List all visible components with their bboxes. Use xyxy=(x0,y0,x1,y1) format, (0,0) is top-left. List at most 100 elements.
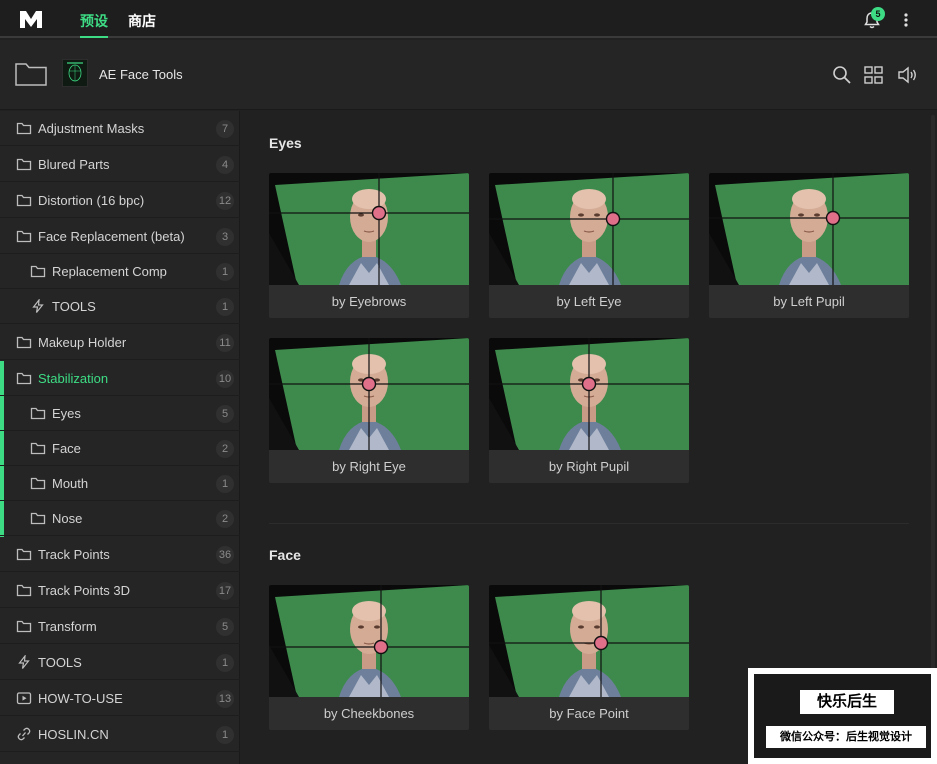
sidebar-item-mouth[interactable]: Mouth 1 xyxy=(0,466,240,501)
sidebar-item-track-points[interactable]: Track Points 36 xyxy=(0,537,240,572)
sidebar-item-tools[interactable]: TOOLS 1 xyxy=(0,645,240,680)
sidebar-item-hoslin-cn[interactable]: HOSLIN.CN 1 xyxy=(0,717,240,752)
sidebar-item-blured-parts[interactable]: Blured Parts 4 xyxy=(0,147,240,182)
preset-card-by-right-eye[interactable]: by Right Eye xyxy=(269,338,469,483)
preset-card-label: by Left Pupil xyxy=(773,294,845,309)
preset-thumbnail xyxy=(269,173,469,285)
folder-icon xyxy=(16,336,32,349)
sidebar-item-eyes[interactable]: Eyes 5 xyxy=(0,396,240,431)
item-count-badge: 2 xyxy=(216,510,234,528)
sidebar-item-label: TOOLS xyxy=(38,655,82,670)
item-count-badge: 1 xyxy=(216,298,234,316)
more-options-icon[interactable] xyxy=(898,10,914,30)
item-count-badge: 11 xyxy=(216,334,234,352)
preset-card-by-left-eye[interactable]: by Left Eye xyxy=(489,173,689,318)
item-count-badge: 7 xyxy=(216,120,234,138)
sidebar-item-replacement-comp[interactable]: Replacement Comp 1 xyxy=(0,254,240,289)
folder-icon xyxy=(30,407,46,420)
sidebar-item-transform[interactable]: Transform 5 xyxy=(0,609,240,644)
preset-card-label: by Cheekbones xyxy=(323,706,415,721)
preset-card-by-cheekbones[interactable]: by Cheekbones xyxy=(269,585,469,730)
sidebar-item-label: Face Replacement (beta) xyxy=(38,229,185,244)
item-count-badge: 10 xyxy=(216,370,234,388)
watermark: 快乐后生 微信公众号：后生视觉设计 xyxy=(748,668,937,764)
tab-presets[interactable]: 预设 xyxy=(80,11,108,31)
preset-thumbnail xyxy=(489,173,689,285)
preset-card-by-right-pupil[interactable]: by Right Pupil xyxy=(489,338,689,483)
sidebar-item-nose[interactable]: Nose 2 xyxy=(0,501,240,536)
sidebar-item-face-replacement-beta[interactable]: Face Replacement (beta) 3 xyxy=(0,219,240,254)
volume-icon[interactable] xyxy=(897,64,919,86)
item-count-badge: 4 xyxy=(216,156,234,174)
sidebar-item-label: Makeup Holder xyxy=(38,335,127,350)
item-count-badge: 12 xyxy=(216,192,234,210)
sidebar-item-face[interactable]: Face 2 xyxy=(0,431,240,466)
sidebar: Adjustment Masks 7 Blured Parts 4 Distortion… xyxy=(0,111,240,764)
tab-store[interactable]: 商店 xyxy=(128,11,156,31)
lightning-icon xyxy=(32,299,44,313)
folder-icon xyxy=(16,230,32,243)
grid-view-icon[interactable] xyxy=(863,64,885,86)
folder-icon xyxy=(16,548,32,561)
link-icon xyxy=(17,727,31,741)
preset-grid[interactable]: Eyes Face by Eyebrows by Left Eye by Left … xyxy=(241,111,937,764)
sidebar-item-label: Face xyxy=(52,441,81,456)
preset-thumbnail xyxy=(62,59,88,87)
item-count-badge: 1 xyxy=(216,654,234,672)
preset-card-label: by Right Pupil xyxy=(548,459,630,474)
sidebar-item-tools[interactable]: TOOLS 1 xyxy=(0,289,240,324)
sidebar-item-label: Transform xyxy=(38,619,97,634)
item-count-badge: 1 xyxy=(216,263,234,281)
preset-card-by-face-point[interactable]: by Face Point xyxy=(489,585,689,730)
preset-thumbnail xyxy=(489,338,689,450)
folder-icon xyxy=(16,158,32,171)
preset-card-label: by Left Eye xyxy=(556,294,622,309)
active-tab-indicator xyxy=(80,36,108,38)
sidebar-item-label: Stabilization xyxy=(38,371,109,386)
app-logo-icon[interactable] xyxy=(18,8,44,30)
section-title-eyes: Eyes xyxy=(269,135,302,151)
section-title-face: Face xyxy=(269,547,301,563)
preset-card-label: by Face Point xyxy=(549,706,629,721)
folder-icon xyxy=(16,372,32,385)
section-divider xyxy=(269,523,909,524)
preset-thumbnail xyxy=(269,585,469,697)
sidebar-item-label: Track Points 3D xyxy=(38,583,130,598)
sidebar-item-makeup-holder[interactable]: Makeup Holder 11 xyxy=(0,325,240,360)
sidebar-item-label: HOW-TO-USE xyxy=(38,691,123,706)
preset-thumbnail xyxy=(269,338,469,450)
preset-card-by-left-pupil[interactable]: by Left Pupil xyxy=(709,173,909,318)
folder-icon xyxy=(16,194,32,207)
item-count-badge: 36 xyxy=(216,546,234,564)
preset-card-by-eyebrows[interactable]: by Eyebrows xyxy=(269,173,469,318)
item-count-badge: 13 xyxy=(216,690,234,708)
play-icon xyxy=(16,692,32,705)
sidebar-item-stabilization[interactable]: Stabilization 10 xyxy=(0,361,240,396)
main-scrollbar[interactable] xyxy=(931,115,935,745)
folder-icon xyxy=(16,584,32,597)
sidebar-item-track-points-3d[interactable]: Track Points 3D 17 xyxy=(0,573,240,608)
preset-card-label: by Right Eye xyxy=(332,459,406,474)
sidebar-item-label: TOOLS xyxy=(52,299,96,314)
preset-title: AE Face Tools xyxy=(99,67,183,82)
top-bar: 预设 商店 5 xyxy=(0,0,937,38)
watermark-title: 快乐后生 xyxy=(800,690,894,714)
search-icon[interactable] xyxy=(831,64,853,86)
preset-card-label: by Eyebrows xyxy=(331,294,407,309)
folder-icon xyxy=(16,122,32,135)
preset-thumbnail xyxy=(709,173,909,285)
folder-icon[interactable] xyxy=(14,60,48,88)
sidebar-item-label: Blured Parts xyxy=(38,157,110,172)
sidebar-item-distortion-16-bpc[interactable]: Distortion (16 bpc) 12 xyxy=(0,183,240,218)
item-count-badge: 2 xyxy=(216,440,234,458)
sidebar-item-adjustment-masks[interactable]: Adjustment Masks 7 xyxy=(0,111,240,146)
folder-icon xyxy=(16,620,32,633)
sidebar-item-how-to-use[interactable]: HOW-TO-USE 13 xyxy=(0,681,240,716)
face-wireframe-icon xyxy=(67,62,83,82)
sidebar-item-label: Distortion (16 bpc) xyxy=(38,193,145,208)
folder-icon xyxy=(30,442,46,455)
folder-icon xyxy=(30,512,46,525)
item-count-badge: 5 xyxy=(216,618,234,636)
lightning-icon xyxy=(18,655,30,669)
item-count-badge: 5 xyxy=(216,405,234,423)
